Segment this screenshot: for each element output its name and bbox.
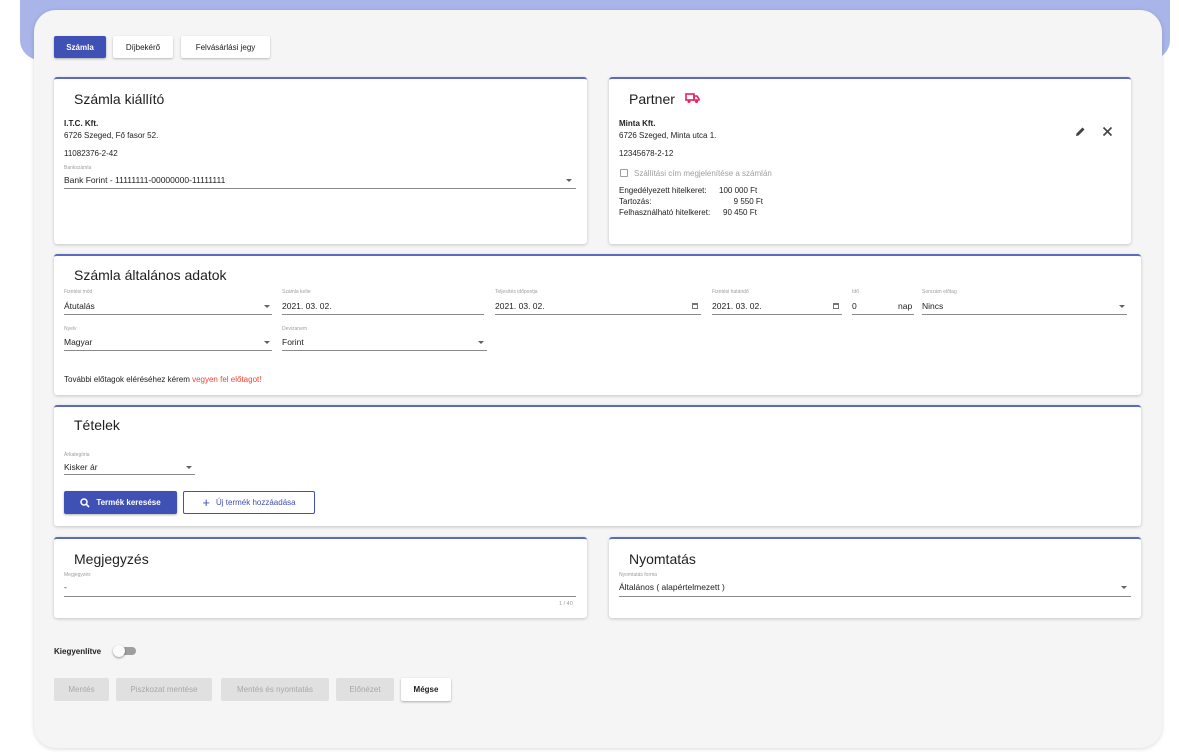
close-icon[interactable] (1102, 126, 1113, 137)
days-value[interactable]: 0 (852, 301, 857, 311)
partner-tax-number: 12345678-2-12 (619, 149, 674, 158)
due-date-label: Fizetési határidő (712, 289, 749, 295)
note-title: Megjegyzés (74, 551, 149, 567)
number-prefix-value[interactable]: Nincs (922, 301, 943, 311)
preview-button[interactable]: Előnézet (336, 678, 394, 701)
print-form-value[interactable]: Általános ( alapértelmezett ) (619, 582, 725, 592)
partner-company: Minta Kft. (619, 119, 656, 128)
days-label: Idő (852, 289, 859, 295)
shipping-address-label: Szállítási cím megjelenítése a számlán (634, 169, 772, 178)
settled-toggle-knob[interactable] (113, 645, 125, 657)
available-credit-value: 90 450 Ft (723, 208, 757, 217)
chevron-down-icon[interactable] (1121, 586, 1127, 589)
save-draft-button[interactable]: Piszkozat mentése (116, 678, 212, 701)
note-card: Megjegyzés Megjegyzés - 1 / 40 (54, 537, 587, 618)
prefix-notice: További előtagok eléréséhez kérem vegyen… (64, 375, 261, 384)
language-underline (64, 350, 272, 351)
issuer-card: Számla kiállító I.T.C. Kft. 6726 Szeged,… (54, 77, 587, 244)
note-field-value[interactable]: - (64, 582, 67, 592)
issuer-title: Számla kiállító (74, 91, 165, 107)
performance-date-value[interactable]: 2021. 03. 02. (495, 301, 545, 311)
add-product-label: Új termék hozzáadása (216, 498, 296, 507)
settled-label: Kiegyenlítve (54, 647, 102, 656)
search-icon (80, 497, 90, 508)
print-title: Nyomtatás (629, 551, 696, 567)
price-category-value[interactable]: Kisker ár (64, 462, 98, 472)
price-category-underline (64, 474, 195, 475)
issue-date-label: Számla kelte (282, 289, 311, 295)
items-card: Tételek Árkategória Kisker ár Termék ker… (54, 405, 1141, 526)
language-value[interactable]: Magyar (64, 337, 92, 347)
number-prefix-label: Sorszám előtag (922, 289, 957, 295)
performance-date-label: Teljesítés időpontja (495, 289, 538, 295)
shipping-address-checkbox[interactable] (620, 169, 628, 177)
general-data-card: Számla általános adatok Fizetési mód Átu… (54, 254, 1141, 395)
truck-icon[interactable] (685, 92, 700, 104)
issuer-tax-number: 11082376-2-42 (64, 149, 118, 158)
available-credit-label: Felhasználható hitelkeret: (619, 208, 711, 217)
print-form-label: Nyomtatás forma (619, 572, 658, 578)
due-date-underline (712, 314, 842, 315)
currency-value[interactable]: Forint (282, 337, 304, 347)
note-char-counter: 1 / 40 (559, 601, 573, 607)
pencil-icon[interactable] (1075, 126, 1086, 137)
calendar-icon[interactable] (833, 303, 839, 309)
issuer-address: 6726 Szeged, Fő fasor 52. (64, 131, 159, 140)
price-category-label: Árkategória (64, 452, 90, 458)
days-unit: nap (898, 301, 913, 311)
plus-icon: + (202, 494, 210, 510)
debt-value: 9 550 Ft (733, 197, 763, 206)
tab-fee-request[interactable]: Díjbekérő (113, 36, 173, 58)
bank-account-value[interactable]: Bank Forint - 11111111-00000000-11111111 (64, 175, 225, 185)
print-form-underline (619, 596, 1131, 597)
prefix-notice-text: További előtagok eléréséhez kérem (64, 375, 193, 384)
chevron-down-icon[interactable] (264, 341, 270, 344)
payment-method-label: Fizetési mód (64, 289, 93, 295)
credit-limit-label: Engedélyezett hitelkeret: (619, 186, 707, 195)
calendar-icon[interactable] (692, 303, 698, 309)
payment-method-value[interactable]: Átutalás (64, 301, 95, 311)
items-title: Tételek (74, 417, 120, 433)
chevron-down-icon[interactable] (264, 305, 270, 308)
general-title: Számla általános adatok (74, 267, 227, 283)
issue-date-underline (282, 314, 484, 315)
add-prefix-link[interactable]: vegyen fel előtagot! (192, 375, 261, 384)
chevron-down-icon[interactable] (186, 466, 192, 469)
language-label: Nyelv (64, 326, 77, 332)
due-date-value[interactable]: 2021. 03. 02. (712, 301, 762, 311)
cancel-button[interactable]: Mégse (401, 678, 451, 701)
credit-limit-value: 100 000 Ft (719, 186, 758, 195)
partner-address: 6726 Szeged, Minta utca 1. (619, 131, 717, 140)
note-field-label: Megjegyzés (64, 572, 91, 578)
currency-label: Devizanem (282, 326, 308, 332)
days-underline (852, 314, 914, 315)
bank-account-label: Bankszámla (64, 165, 92, 171)
search-product-button[interactable]: Termék keresése (64, 491, 177, 514)
performance-date-underline (495, 314, 701, 315)
payment-method-underline (64, 314, 272, 315)
partner-card: Partner Minta Kft. 6726 Szeged, Minta ut… (609, 77, 1131, 244)
currency-underline (282, 350, 487, 351)
add-product-button[interactable]: + Új termék hozzáadása (183, 491, 315, 514)
number-prefix-underline (922, 314, 1127, 315)
debt-label: Tartozás: (619, 197, 652, 206)
tab-invoice[interactable]: Számla (54, 36, 106, 58)
save-button[interactable]: Mentés (54, 678, 109, 701)
chevron-down-icon[interactable] (566, 179, 572, 182)
search-product-label: Termék keresése (96, 498, 161, 507)
tab-purchase-ticket[interactable]: Felvásárlási jegy (181, 36, 270, 58)
print-card: Nyomtatás Nyomtatás forma Általános ( al… (609, 537, 1141, 618)
chevron-down-icon[interactable] (1119, 305, 1125, 308)
chevron-down-icon[interactable] (478, 341, 484, 344)
save-and-print-button[interactable]: Mentés és nyomtatás (221, 678, 329, 701)
issue-date-value[interactable]: 2021. 03. 02. (282, 301, 332, 311)
partner-title: Partner (629, 91, 675, 107)
issuer-company: I.T.C. Kft. (64, 119, 99, 128)
bank-account-underline (64, 188, 576, 189)
note-underline (64, 596, 576, 597)
